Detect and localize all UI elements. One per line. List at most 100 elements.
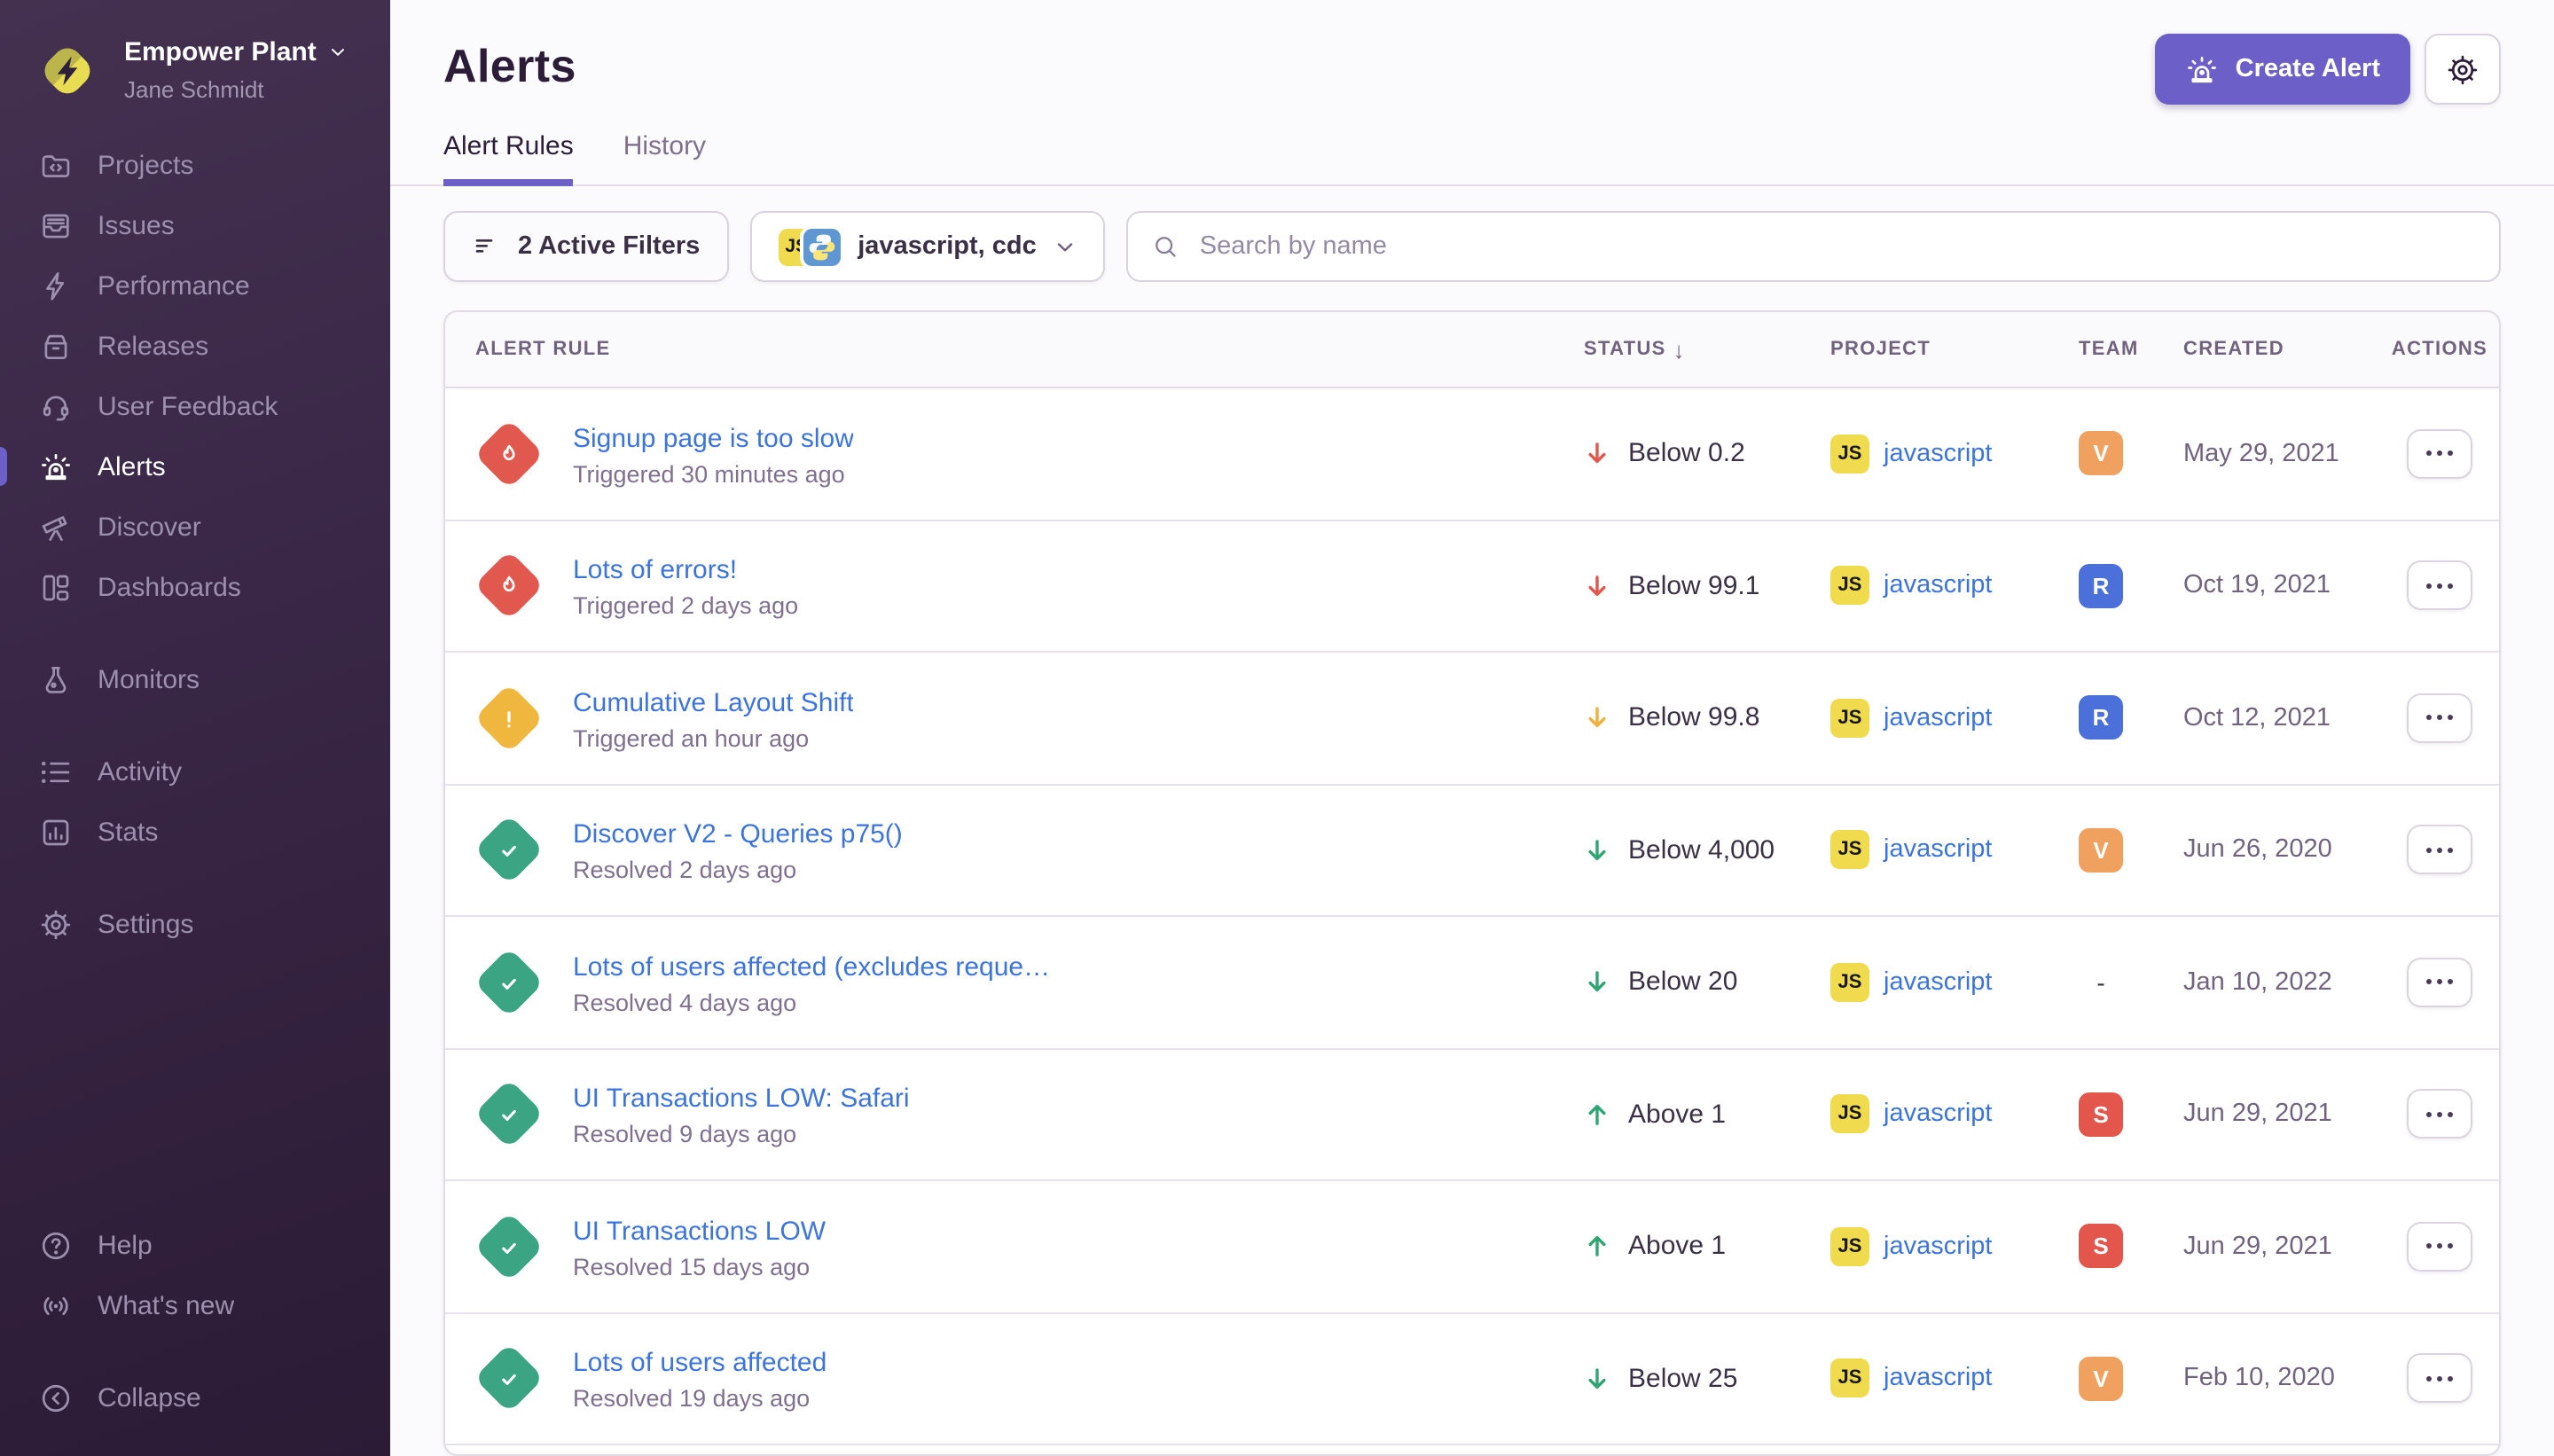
tab-history[interactable]: History — [623, 131, 706, 184]
flame-icon — [494, 571, 524, 601]
monitors-icon — [39, 662, 73, 696]
column-header[interactable]: Project — [1830, 339, 2079, 360]
project-link[interactable]: javascript — [1884, 1100, 1993, 1129]
team-cell: - — [2079, 960, 2183, 1005]
status-cell: Below 99.8 — [1584, 703, 1830, 733]
collapse-icon — [39, 1381, 73, 1414]
sidebar-item-discover[interactable]: Discover — [0, 497, 390, 557]
alert-rule-link[interactable]: Signup page is too slow — [573, 420, 854, 458]
org-switcher[interactable]: Empower Plant Jane Schmidt — [0, 18, 390, 135]
sidebar-item-dashboards[interactable]: Dashboards — [0, 557, 390, 617]
project-filter-dropdown[interactable]: JS javascript, cdc — [749, 211, 1106, 282]
status-cell: Below 4,000 — [1584, 835, 1830, 865]
sidebar-item-projects[interactable]: Projects — [0, 135, 390, 195]
column-header[interactable]: Actions — [2380, 339, 2499, 360]
row-actions-button[interactable] — [2407, 1090, 2472, 1139]
status-cell: Above 1 — [1584, 1232, 1830, 1262]
alert-rule-link[interactable]: Lots of users affected (excludes reque… — [573, 949, 1050, 986]
column-header[interactable]: Status ↓ — [1584, 336, 1830, 363]
sidebar-item-stats[interactable]: Stats — [0, 802, 390, 862]
sidebar-item-alerts[interactable]: Alerts — [0, 436, 390, 497]
alert-rule-row: Cumulative Layout Shift Triggered an hou… — [445, 653, 2499, 785]
alert-rule-link[interactable]: Cumulative Layout Shift — [573, 685, 854, 722]
status-cell: Below 20 — [1584, 967, 1830, 998]
create-alert-button[interactable]: Create Alert — [2156, 34, 2410, 105]
row-actions-button[interactable] — [2407, 693, 2472, 743]
javascript-platform-icon: JS — [1830, 699, 1869, 738]
project-link[interactable]: javascript — [1884, 440, 1993, 468]
project-link[interactable]: javascript — [1884, 1233, 1993, 1261]
created-date: Jan 10, 2022 — [2183, 968, 2380, 997]
search-box — [1127, 211, 2501, 282]
row-actions-button[interactable] — [2407, 1222, 2472, 1272]
sidebar-item-releases[interactable]: Releases — [0, 316, 390, 376]
sidebar-item-monitors[interactable]: Monitors — [0, 649, 390, 709]
sidebar-item-whats-new[interactable]: What's new — [0, 1275, 390, 1335]
row-actions-button[interactable] — [2407, 561, 2472, 611]
trend-arrow-icon — [1584, 573, 1610, 599]
status-value: Below 20 — [1628, 967, 1737, 998]
alert-rule-link[interactable]: Lots of errors! — [573, 552, 798, 590]
search-input[interactable] — [1196, 231, 2476, 262]
project-link[interactable]: javascript — [1884, 704, 1993, 732]
trend-arrow-icon — [1584, 1101, 1610, 1128]
project-cell: JS javascript — [1830, 831, 2079, 870]
check-icon — [494, 835, 524, 865]
row-actions-button[interactable] — [2407, 826, 2472, 875]
row-actions-button[interactable] — [2407, 958, 2472, 1007]
created-date: Jun 26, 2020 — [2183, 836, 2380, 865]
alert-rule-link[interactable]: UI Transactions LOW: Safari — [573, 1081, 910, 1118]
app-window: Empower Plant Jane Schmidt Projects Issu… — [0, 0, 2554, 1456]
alert-rule-row: Discover V2 - Queries p75() Resolved 2 d… — [445, 785, 2499, 917]
sidebar-collapse-button[interactable]: Collapse — [0, 1367, 390, 1428]
platform-badges: JS — [778, 228, 840, 265]
trend-arrow-icon — [1584, 1366, 1610, 1392]
alert-rule-activity: Resolved 9 days ago — [573, 1122, 910, 1148]
alert-rule-link[interactable]: Discover V2 - Queries p75() — [573, 817, 903, 854]
project-link[interactable]: javascript — [1884, 1365, 1993, 1393]
chevron-down-icon — [329, 43, 349, 63]
active-filters-button[interactable]: 2 Active Filters — [443, 211, 728, 282]
alert-rule-link[interactable]: Lots of users affected — [573, 1345, 827, 1382]
alert-rule-row: Lots of users affected Resolved 19 days … — [445, 1313, 2499, 1445]
javascript-platform-icon: JS — [1830, 567, 1869, 606]
team-avatar: V — [2079, 1357, 2123, 1401]
activity-icon — [39, 755, 73, 788]
gear-icon — [39, 907, 73, 941]
alert-settings-button[interactable] — [2425, 34, 2501, 105]
team-avatar: R — [2079, 564, 2123, 608]
sidebar-item-issues[interactable]: Issues — [0, 195, 390, 255]
row-actions-button[interactable] — [2407, 1354, 2472, 1404]
project-link[interactable]: javascript — [1884, 572, 1993, 600]
alert-severity-icon — [474, 1079, 544, 1150]
alert-rule-row: Lots of errors! Triggered 2 days ago Bel… — [445, 521, 2499, 653]
sidebar-item-settings[interactable]: Settings — [0, 894, 390, 954]
project-link[interactable]: javascript — [1884, 968, 1993, 997]
siren-icon — [39, 450, 73, 483]
alert-rule-activity: Triggered 2 days ago — [573, 593, 798, 620]
tab-alert-rules[interactable]: Alert Rules — [443, 131, 574, 184]
sidebar-item-help[interactable]: Help — [0, 1215, 390, 1275]
status-cell: Above 1 — [1584, 1100, 1830, 1130]
alert-severity-icon — [474, 419, 544, 489]
row-actions-button[interactable] — [2407, 429, 2472, 479]
sidebar-item-activity[interactable]: Activity — [0, 741, 390, 802]
sidebar-item-user-feedback[interactable]: User Feedback — [0, 376, 390, 436]
alert-severity-icon — [474, 683, 544, 754]
search-icon — [1152, 232, 1180, 261]
created-date: May 29, 2021 — [2183, 440, 2380, 468]
status-value: Below 0.2 — [1628, 439, 1745, 469]
column-header[interactable]: Alert Rule — [445, 339, 1584, 360]
sidebar-item-performance[interactable]: Performance — [0, 255, 390, 316]
alert-rule-row: Signup page is too slow Triggered 30 min… — [445, 388, 2499, 521]
column-header[interactable]: Created — [2183, 339, 2380, 360]
project-link[interactable]: javascript — [1884, 836, 1993, 865]
project-cell: JS javascript — [1830, 567, 2079, 606]
discover-icon — [39, 510, 73, 544]
column-header[interactable]: Team — [2079, 339, 2183, 360]
team-cell: V — [2079, 828, 2183, 873]
team-cell: R — [2079, 696, 2183, 740]
user-name: Jane Schmidt — [124, 75, 349, 102]
alert-rule-link[interactable]: UI Transactions LOW — [573, 1213, 826, 1250]
org-logo — [32, 35, 103, 106]
